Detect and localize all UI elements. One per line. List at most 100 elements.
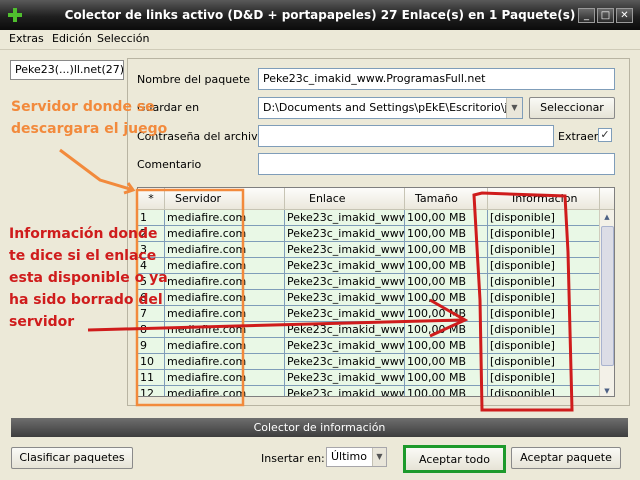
password-field[interactable] (258, 125, 554, 147)
insert-position-value: Último (331, 450, 367, 463)
select-folder-button[interactable]: Seleccionar (529, 97, 615, 119)
annotation-line: ha sido borrado del (9, 292, 163, 308)
save-path-combo[interactable]: D:\Documents and Settings\pEkE\Escritori… (258, 97, 523, 119)
package-name-label: Nombre del paquete (137, 73, 251, 86)
row-server-cell: mediafire.com (165, 226, 285, 242)
column-header-index[interactable]: * (138, 188, 165, 210)
row-info-cell: [disponible] (488, 322, 600, 338)
column-header-link[interactable]: Enlace (285, 188, 405, 210)
comment-label: Comentario (137, 158, 202, 171)
table-row[interactable]: 4mediafire.comPeke23c_imakid_www....100,… (138, 258, 600, 274)
table-row[interactable]: 8mediafire.comPeke23c_imakid_www....100,… (138, 322, 600, 338)
row-link-cell: Peke23c_imakid_www.... (285, 386, 405, 396)
row-server-cell: mediafire.com (165, 210, 285, 226)
scroll-thumb[interactable] (601, 226, 614, 366)
table-row[interactable]: 2mediafire.comPeke23c_imakid_www....100,… (138, 226, 600, 242)
table-row[interactable]: 7mediafire.comPeke23c_imakid_www....100,… (138, 306, 600, 322)
close-button[interactable]: ✕ (616, 8, 633, 23)
row-info-cell: [disponible] (488, 274, 600, 290)
row-info-cell: [disponible] (488, 386, 600, 396)
chevron-down-icon[interactable]: ▼ (372, 448, 386, 466)
row-link-cell: Peke23c_imakid_www.... (285, 226, 405, 242)
row-size-cell: 100,00 MB (405, 386, 488, 396)
row-link-cell: Peke23c_imakid_www.... (285, 322, 405, 338)
annotation-line: te dice si el enlace (9, 248, 157, 264)
accept-package-button[interactable]: Aceptar paquete (511, 447, 621, 469)
row-size-cell: 100,00 MB (405, 258, 488, 274)
row-size-cell: 100,00 MB (405, 242, 488, 258)
row-info-cell: [disponible] (488, 338, 600, 354)
row-link-cell: Peke23c_imakid_www.... (285, 370, 405, 386)
table-scrollbar[interactable]: ▲ ▼ (599, 210, 614, 396)
row-server-cell: mediafire.com (165, 290, 285, 306)
table-row[interactable]: 11mediafire.comPeke23c_imakid_www....100… (138, 370, 600, 386)
menu-edicion[interactable]: Edición (52, 32, 92, 45)
table-row[interactable]: 3mediafire.comPeke23c_imakid_www....100,… (138, 242, 600, 258)
row-server-cell: mediafire.com (165, 322, 285, 338)
row-info-cell: [disponible] (488, 242, 600, 258)
chevron-down-icon[interactable]: ▼ (506, 98, 522, 118)
row-link-cell: Peke23c_imakid_www.... (285, 242, 405, 258)
row-link-cell: Peke23c_imakid_www.... (285, 274, 405, 290)
extract-checkbox[interactable]: ✓ (598, 128, 612, 142)
row-index-cell: 10 (138, 354, 165, 370)
row-index-cell: 12 (138, 386, 165, 396)
row-server-cell: mediafire.com (165, 242, 285, 258)
row-info-cell: [disponible] (488, 370, 600, 386)
annotation-line: servidor (9, 314, 75, 330)
row-link-cell: Peke23c_imakid_www.... (285, 306, 405, 322)
table-row[interactable]: 12mediafire.comPeke23c_imakid_www....100… (138, 386, 600, 396)
scroll-up-icon[interactable]: ▲ (600, 210, 614, 224)
insert-at-label: Insertar en: (261, 452, 325, 465)
menu-extras[interactable]: Extras (9, 32, 44, 45)
links-table: * Servidor Enlace Tamaño Informacion 1 me… (137, 187, 615, 397)
row-size-cell: 100,00 MB (405, 354, 488, 370)
row-info-cell: [disponible] (488, 210, 600, 226)
row-link-cell: Peke23c_imakid_www.... (285, 210, 405, 226)
row-server-cell: mediafire.com (165, 258, 285, 274)
row-info-cell: [disponible] (488, 290, 600, 306)
server-annotation: Servidor donde se descargara el juego (11, 96, 167, 140)
row-info-cell: [disponible] (488, 226, 600, 242)
package-name-field[interactable]: Peke23c_imakid_www.ProgramasFull.net (258, 68, 615, 90)
row-index-cell: 9 (138, 338, 165, 354)
row-size-cell: 100,00 MB (405, 226, 488, 242)
row-index-cell: 11 (138, 370, 165, 386)
insert-position-select[interactable]: Último ▼ (326, 447, 387, 467)
minimize-button[interactable]: _ (578, 8, 595, 23)
accept-all-button[interactable]: Aceptar todo (403, 445, 506, 473)
scroll-down-icon[interactable]: ▼ (600, 384, 614, 396)
row-size-cell: 100,00 MB (405, 370, 488, 386)
annotation-line: descargara el juego (11, 121, 168, 137)
table-row[interactable]: 1mediafire.comPeke23c_imakid_www....100,… (138, 210, 600, 226)
maximize-button[interactable]: □ (597, 8, 614, 23)
table-row[interactable]: 9mediafire.comPeke23c_imakid_www....100,… (138, 338, 600, 354)
column-header-info[interactable]: Informacion (488, 188, 600, 210)
table-row[interactable]: 5mediafire.comPeke23c_imakid_www....100,… (138, 274, 600, 290)
save-path-value: D:\Documents and Settings\pEkE\Escritori… (263, 101, 523, 114)
table-row[interactable]: 6mediafire.comPeke23c_imakid_www....100,… (138, 290, 600, 306)
column-header-size[interactable]: Tamaño (405, 188, 488, 210)
classify-packages-button[interactable]: Clasificar paquetes (11, 447, 133, 469)
row-server-cell: mediafire.com (165, 338, 285, 354)
package-tab[interactable]: Peke23(...)ll.net(27) (10, 60, 124, 80)
title-bar[interactable]: Colector de links activo (D&D + portapap… (0, 0, 640, 30)
annotation-line: esta disponible o ya (9, 270, 168, 286)
info-collector-bar[interactable]: Colector de información (11, 418, 628, 437)
row-server-cell: mediafire.com (165, 354, 285, 370)
row-size-cell: 100,00 MB (405, 210, 488, 226)
column-header-server[interactable]: Servidor (165, 188, 285, 210)
menu-seleccion[interactable]: Selección (97, 32, 149, 45)
annotation-line: Servidor donde se (11, 99, 155, 115)
row-size-cell: 100,00 MB (405, 274, 488, 290)
server-arrow (59, 148, 134, 192)
row-link-cell: Peke23c_imakid_www.... (285, 290, 405, 306)
comment-field[interactable] (258, 153, 615, 175)
row-server-cell: mediafire.com (165, 370, 285, 386)
row-size-cell: 100,00 MB (405, 322, 488, 338)
row-size-cell: 100,00 MB (405, 290, 488, 306)
window-title: Colector de links activo (D&D + portapap… (64, 8, 576, 22)
table-row[interactable]: 10mediafire.comPeke23c_imakid_www....100… (138, 354, 600, 370)
extract-label: Extraer (558, 130, 599, 143)
annotation-line: Información donde (9, 226, 158, 242)
